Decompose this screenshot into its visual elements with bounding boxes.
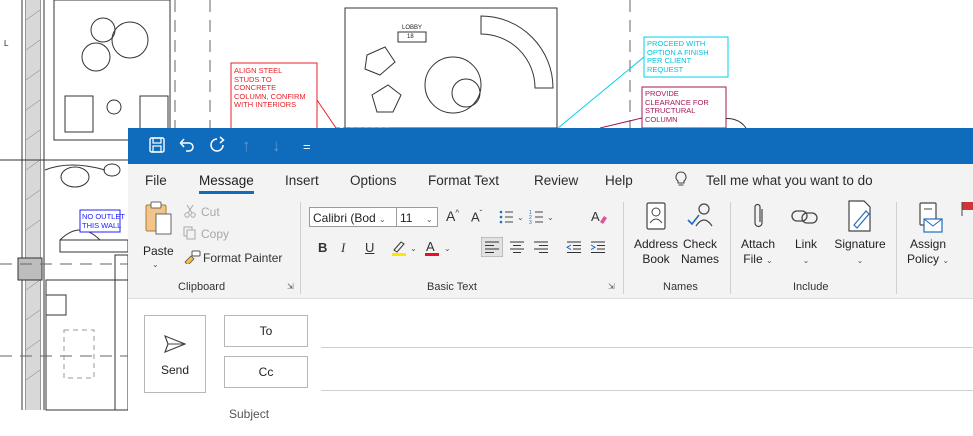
tab-format-text[interactable]: Format Text bbox=[428, 173, 499, 188]
to-button[interactable]: To bbox=[224, 315, 308, 347]
numbering-icon[interactable]: 1 2 3 ⌄ bbox=[529, 209, 555, 230]
clipboard-launcher-icon[interactable]: ⇲ bbox=[287, 282, 294, 291]
tell-me-search[interactable]: Tell me what you want to do bbox=[706, 173, 873, 188]
tab-help[interactable]: Help bbox=[605, 173, 633, 188]
check-names-button[interactable]: Check Names bbox=[677, 237, 723, 267]
to-field-underline[interactable] bbox=[321, 347, 973, 348]
bullets-icon[interactable]: ⌄ bbox=[499, 209, 525, 230]
clear-formatting-icon[interactable]: A bbox=[590, 208, 608, 231]
paste-icon[interactable] bbox=[143, 200, 173, 243]
note-align-steel-studs: ALIGN STEEL STUDS TO CONCRETE COLUMN, CONFI… bbox=[234, 66, 306, 109]
font-name-dropdown[interactable]: Calibri (Bod ⌄ bbox=[309, 207, 397, 227]
lobby-label: LOBBY bbox=[402, 25, 423, 31]
signature-button[interactable]: Signature ⌄ bbox=[830, 237, 890, 268]
underline-button[interactable]: U bbox=[365, 240, 374, 255]
send-label: Send bbox=[160, 363, 190, 377]
check-names-icon bbox=[685, 200, 715, 235]
svg-text:3: 3 bbox=[529, 220, 532, 225]
align-right-icon[interactable] bbox=[533, 240, 549, 259]
signature-icon bbox=[846, 199, 874, 238]
tab-insert[interactable]: Insert bbox=[285, 173, 319, 188]
tab-file[interactable]: File bbox=[145, 173, 167, 188]
title-bar: ↑ ↓ = bbox=[128, 128, 973, 164]
tab-options[interactable]: Options bbox=[350, 173, 397, 188]
note-no-outlet: NO OUTLET THIS WALL bbox=[82, 212, 125, 230]
svg-text:⌄: ⌄ bbox=[517, 213, 524, 222]
clipboard-label: Clipboard bbox=[178, 281, 226, 293]
format-painter-button[interactable]: Format Painter bbox=[203, 251, 282, 265]
font-size-dropdown[interactable]: 11 ⌄ bbox=[396, 207, 438, 227]
svg-text:A: A bbox=[591, 209, 600, 224]
ribbon: Paste ⌄ Cut Copy Format Painter Clipboar… bbox=[128, 194, 973, 299]
cut-button[interactable]: Cut bbox=[201, 205, 220, 219]
compose-area: Send To Cc Subject bbox=[128, 299, 973, 436]
italic-button[interactable]: I bbox=[341, 240, 345, 256]
subject-label: Subject bbox=[229, 407, 270, 421]
undo-icon[interactable] bbox=[178, 136, 196, 159]
redo-icon[interactable] bbox=[208, 136, 226, 159]
down-arrow-icon: ↓ bbox=[272, 136, 281, 155]
shrink-font-icon[interactable]: Aˇ bbox=[471, 209, 482, 224]
outlook-compose-window: ↑ ↓ = File Message Insert Options Format… bbox=[128, 128, 973, 436]
address-book-button[interactable]: Address Book bbox=[631, 237, 681, 267]
svg-text:⌄: ⌄ bbox=[410, 244, 417, 253]
link-button[interactable]: Link ⌄ bbox=[788, 237, 824, 268]
font-color-icon[interactable]: A ⌄ bbox=[424, 238, 454, 263]
format-painter-icon bbox=[183, 250, 201, 269]
attach-file-button[interactable]: Attach File ⌄ bbox=[736, 237, 780, 268]
ribbon-tabs: File Message Insert Options Format Text … bbox=[128, 164, 973, 194]
customize-icon[interactable]: = bbox=[303, 137, 311, 157]
group-separator bbox=[623, 202, 624, 294]
tab-message[interactable]: Message bbox=[199, 173, 254, 194]
highlight-icon[interactable]: ⌄ bbox=[390, 238, 420, 263]
decrease-indent-icon[interactable] bbox=[565, 240, 582, 259]
group-separator bbox=[730, 202, 731, 294]
basic-text-launcher-icon[interactable]: ⇲ bbox=[608, 282, 615, 291]
bold-button[interactable]: B bbox=[318, 240, 327, 255]
address-book-icon bbox=[645, 201, 667, 236]
group-separator bbox=[300, 202, 301, 294]
paperclip-icon bbox=[751, 201, 767, 238]
up-arrow-icon: ↑ bbox=[242, 136, 251, 155]
save-icon[interactable] bbox=[148, 136, 166, 159]
include-label: Include bbox=[793, 281, 829, 293]
note-provide-clearance: PROVIDE CLEARANCE FOR STRUCTURAL COLUMN bbox=[645, 89, 709, 124]
paste-chevron-icon[interactable]: ⌄ bbox=[152, 260, 159, 269]
assign-policy-icon bbox=[918, 201, 944, 240]
assign-policy-button[interactable]: Assign Policy ⌄ bbox=[900, 237, 956, 268]
grow-font-icon[interactable]: A^ bbox=[446, 208, 459, 224]
flag-icon[interactable] bbox=[960, 202, 973, 221]
align-center-icon[interactable] bbox=[509, 240, 525, 259]
link-icon bbox=[790, 206, 820, 233]
names-label: Names bbox=[663, 281, 698, 293]
send-button[interactable]: Send bbox=[144, 315, 206, 393]
paste-button[interactable]: Paste bbox=[143, 244, 174, 259]
cc-field-underline[interactable] bbox=[321, 390, 973, 391]
svg-text:⌄: ⌄ bbox=[444, 244, 451, 253]
side-mark: L bbox=[4, 39, 9, 48]
svg-text:⌄: ⌄ bbox=[547, 213, 554, 222]
copy-button[interactable]: Copy bbox=[201, 227, 229, 241]
cc-button[interactable]: Cc bbox=[224, 356, 308, 388]
lightbulb-icon bbox=[674, 170, 688, 193]
cut-icon bbox=[183, 204, 197, 223]
basic-text-label: Basic Text bbox=[427, 281, 477, 293]
svg-text:A: A bbox=[426, 239, 435, 254]
tab-review[interactable]: Review bbox=[534, 173, 578, 188]
align-left-icon[interactable] bbox=[480, 236, 504, 262]
group-separator bbox=[896, 202, 897, 294]
increase-indent-icon[interactable] bbox=[590, 240, 606, 259]
copy-icon bbox=[183, 226, 197, 245]
note-proceed-option-a: PROCEED WITH OPTION A FINISH PER CLIENT REQ… bbox=[647, 39, 709, 74]
lobby-number: 18 bbox=[407, 34, 414, 40]
send-icon bbox=[163, 334, 187, 358]
